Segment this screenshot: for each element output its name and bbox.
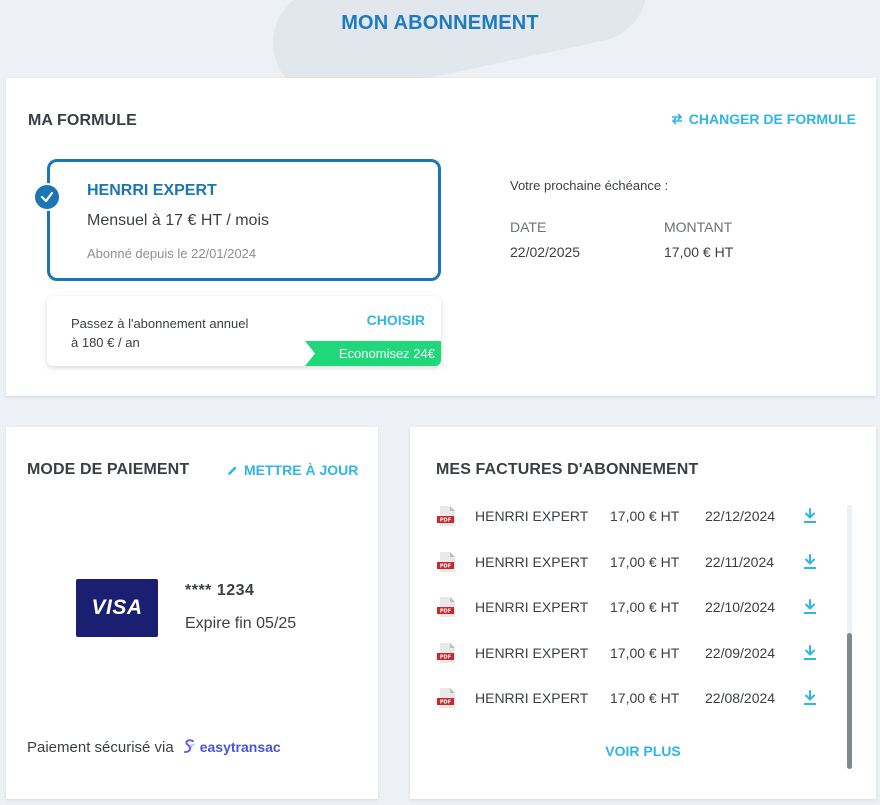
date-label: DATE bbox=[510, 219, 547, 235]
svg-text:PDF: PDF bbox=[440, 518, 451, 524]
page-title: MON ABONNEMENT bbox=[341, 12, 539, 34]
pencil-icon bbox=[228, 465, 237, 475]
update-payment-button[interactable]: METTRE À JOUR bbox=[227, 462, 358, 478]
download-icon[interactable] bbox=[802, 507, 818, 525]
payment-title: MODE DE PAIEMENT bbox=[27, 461, 190, 478]
pdf-file-icon: PDF bbox=[437, 642, 455, 663]
invoice-name: HENRRI EXPERT bbox=[475, 553, 589, 570]
svg-text:PDF: PDF bbox=[440, 654, 451, 660]
change-formule-label: CHANGER DE FORMULE bbox=[688, 111, 856, 127]
annual-upsell-box: Passez à l'abonnement annuel à 180 € / a… bbox=[47, 296, 441, 366]
secure-payment-line: Paiement sécurisé via easytransac bbox=[27, 738, 281, 756]
savings-ribbon: Economisez 24€ bbox=[305, 341, 441, 366]
invoice-amount: 17,00 € HT bbox=[610, 599, 680, 615]
invoices-card: MES FACTURES D'ABONNEMENT PDF HENRRI EXP… bbox=[410, 427, 876, 799]
invoice-amount: 17,00 € HT bbox=[610, 553, 680, 570]
formule-title: MA FORMULE bbox=[28, 112, 137, 129]
invoice-amount: 17,00 € HT bbox=[610, 508, 680, 524]
plan-since: Abonné depuis le 22/01/2024 bbox=[87, 246, 257, 261]
invoice-row: PDF HENRRI EXPERT 17,00 € HT 22/12/2024 bbox=[436, 501, 836, 531]
swap-arrows-icon bbox=[671, 113, 682, 125]
voir-plus-button[interactable]: VOIR PLUS bbox=[410, 743, 876, 759]
download-icon[interactable] bbox=[802, 689, 818, 707]
invoice-name: HENRRI EXPERT bbox=[475, 690, 589, 706]
invoice-name: HENRRI EXPERT bbox=[475, 508, 589, 524]
svg-text:PDF: PDF bbox=[440, 563, 451, 569]
visa-card-logo: VISA bbox=[76, 579, 158, 637]
download-icon[interactable] bbox=[802, 644, 818, 662]
upsell-line-2: à 180 € / an bbox=[71, 335, 140, 350]
upsell-text: Passez à l'abonnement annuel à 180 € / a… bbox=[71, 314, 248, 352]
plan-name: HENRRI EXPERT bbox=[87, 182, 217, 199]
invoice-name: HENRRI EXPERT bbox=[475, 644, 589, 661]
invoice-row: PDF HENRRI EXPERT 17,00 € HT 22/10/2024 bbox=[436, 592, 836, 622]
pdf-file-icon: PDF bbox=[437, 506, 455, 526]
update-payment-label: METTRE À JOUR bbox=[244, 462, 359, 478]
payment-card: MODE DE PAIEMENT METTRE À JOUR VISA ****… bbox=[6, 427, 378, 799]
svg-text:PDF: PDF bbox=[440, 609, 451, 615]
invoice-name: HENRRI EXPERT bbox=[475, 599, 589, 615]
invoice-date: 22/08/2024 bbox=[705, 690, 776, 706]
invoice-amount: 17,00 € HT bbox=[610, 690, 680, 706]
scrollbar-thumb[interactable] bbox=[847, 633, 852, 769]
provider-name: easytransac bbox=[199, 739, 281, 755]
next-payment-title: Votre prochaine échéance : bbox=[510, 178, 669, 193]
invoices-title: MES FACTURES D'ABONNEMENT bbox=[436, 461, 699, 478]
invoice-row: PDF HENRRI EXPERT 17,00 € HT 22/08/2024 bbox=[436, 683, 836, 713]
invoice-date: 22/12/2024 bbox=[705, 508, 776, 524]
invoice-date: 22/11/2024 bbox=[705, 553, 775, 570]
check-circle-icon bbox=[33, 183, 61, 211]
invoice-row: PDF HENRRI EXPERT 17,00 € HT 22/09/2024 bbox=[436, 638, 836, 668]
invoice-date: 22/09/2024 bbox=[705, 644, 776, 661]
formule-card: MA FORMULE CHANGER DE FORMULE HENRRI EXP… bbox=[6, 78, 876, 396]
invoice-date: 22/10/2024 bbox=[705, 599, 776, 615]
invoice-amount: 17,00 € HT bbox=[610, 644, 680, 661]
choose-annual-button[interactable]: CHOISIR bbox=[367, 312, 425, 328]
secure-text: Paiement sécurisé via bbox=[27, 738, 174, 756]
easytransac-logo: easytransac bbox=[182, 738, 281, 756]
invoice-row: PDF HENRRI EXPERT 17,00 € HT 22/11/2024 bbox=[436, 547, 836, 577]
change-formule-button[interactable]: CHANGER DE FORMULE bbox=[671, 111, 856, 127]
pdf-file-icon: PDF bbox=[437, 688, 455, 708]
pdf-file-icon: PDF bbox=[437, 551, 455, 572]
date-value: 22/02/2025 bbox=[510, 244, 581, 260]
download-icon[interactable] bbox=[802, 598, 818, 616]
easytransac-mark-icon bbox=[183, 739, 195, 753]
montant-label: MONTANT bbox=[664, 219, 733, 235]
montant-value: 17,00 € HT bbox=[664, 244, 734, 260]
pdf-file-icon: PDF bbox=[437, 597, 455, 617]
card-number: **** 1234 bbox=[185, 582, 255, 599]
upsell-line-1: Passez à l'abonnement annuel bbox=[71, 316, 249, 331]
card-expiry: Expire fin 05/25 bbox=[185, 615, 297, 632]
svg-text:PDF: PDF bbox=[440, 700, 451, 706]
plan-price: Mensuel à 17 € HT / mois bbox=[87, 212, 270, 229]
download-icon[interactable] bbox=[802, 553, 818, 571]
current-plan-box: HENRRI EXPERT Mensuel à 17 € HT / mois A… bbox=[47, 159, 441, 281]
